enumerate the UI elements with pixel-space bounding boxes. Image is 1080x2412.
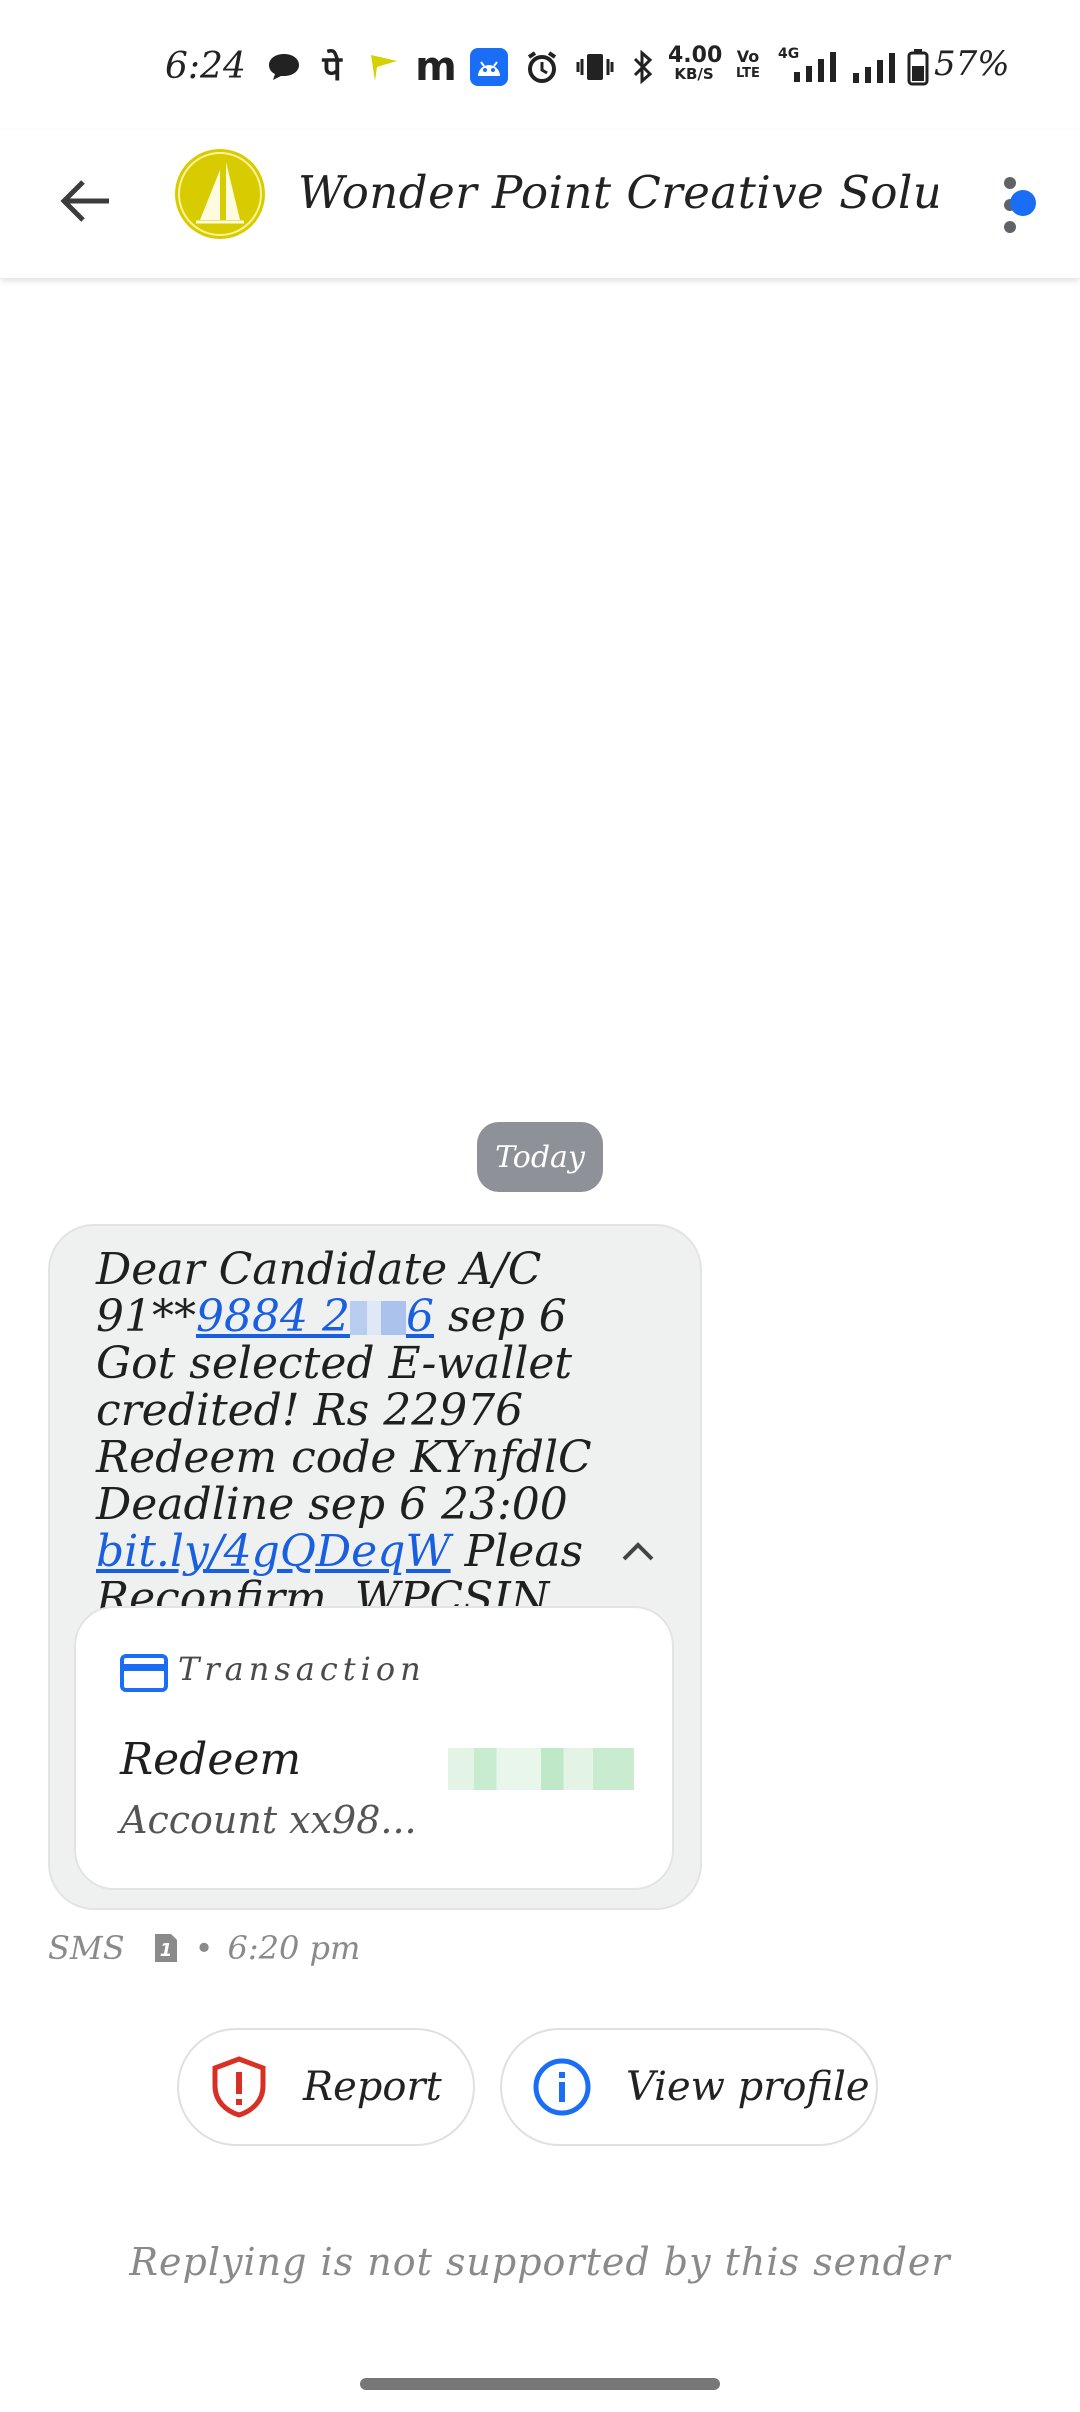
back-arrow-icon [60, 180, 109, 222]
sender-name: Wonder Point Creative Solutio... [298, 166, 938, 219]
m-app-icon: m [415, 44, 457, 90]
shield-alert-icon [209, 2056, 269, 2118]
sail-logo-icon [175, 149, 265, 239]
transaction-card[interactable]: Transaction Redeem Account xx98... [74, 1606, 674, 1890]
redacted-amount [448, 1748, 634, 1790]
info-icon [532, 2057, 592, 2117]
card-title: Redeem [120, 1734, 302, 1785]
report-label: Report [303, 2064, 442, 2110]
chat-bubble-icon [264, 48, 304, 86]
volte-icon: Vo LTE [736, 47, 760, 81]
back-button[interactable] [50, 166, 120, 236]
notification-dot [1010, 190, 1036, 216]
card-subtitle: Account xx98... [120, 1798, 417, 1842]
sender-avatar[interactable] [174, 148, 266, 240]
status-time: 6:24 [165, 46, 246, 87]
credit-card-icon [120, 1654, 168, 1692]
report-button[interactable]: Report [177, 2028, 475, 2146]
net-speed: 4.00 KB/S [668, 43, 723, 84]
view-profile-button[interactable]: View profile [500, 2028, 878, 2146]
view-profile-label: View profile [626, 2064, 870, 2110]
more-options-button[interactable] [980, 160, 1040, 250]
phone-number-link[interactable]: 9884 26 [196, 1291, 434, 1342]
alarm-icon [522, 48, 562, 86]
vibrate-icon [574, 48, 616, 86]
message-text: Dear Candidate A/C 91**9884 26 sep 6 Got… [96, 1244, 592, 1624]
signal-icon [850, 48, 898, 86]
date-chip: Today [477, 1122, 603, 1192]
card-label: Transaction [178, 1650, 426, 1688]
redacted-digits [349, 1301, 406, 1335]
flag-icon [364, 48, 404, 86]
battery-percent: 57% [934, 44, 1010, 84]
net-speed-value: 4.00 [668, 43, 723, 68]
android-icon [470, 48, 508, 86]
message-time: 6:20 pm [227, 1929, 361, 1967]
net-speed-unit: KB/S [674, 65, 714, 83]
phonepe-icon: पे [322, 49, 342, 89]
battery-icon [904, 48, 932, 86]
message-meta: SMS 1 • 6:20 pm [48, 1926, 360, 1970]
app-bar: Wonder Point Creative Solutio... [0, 130, 1080, 278]
sim-icon: 1 [153, 1932, 179, 1964]
home-indicator[interactable] [360, 2378, 720, 2390]
collapse-button[interactable] [610, 1524, 666, 1580]
4g-signal-icon: 4G [778, 46, 842, 86]
bluetooth-icon [628, 48, 658, 86]
message-bubble[interactable]: Dear Candidate A/C 91**9884 26 sep 6 Got… [48, 1224, 702, 1910]
message-type: SMS [48, 1929, 125, 1967]
meta-separator: • [194, 1929, 214, 1967]
url-link[interactable]: bit.ly/4gQDeqW [96, 1526, 451, 1577]
chevron-up-icon [622, 1542, 654, 1561]
svg-text:1: 1 [159, 1940, 172, 1961]
status-bar: 6:24 पे m 4.00 KB/S Vo LTE 4G 57% [0, 0, 1080, 130]
reply-not-supported-note: Replying is not supported by this sender [129, 2240, 951, 2284]
